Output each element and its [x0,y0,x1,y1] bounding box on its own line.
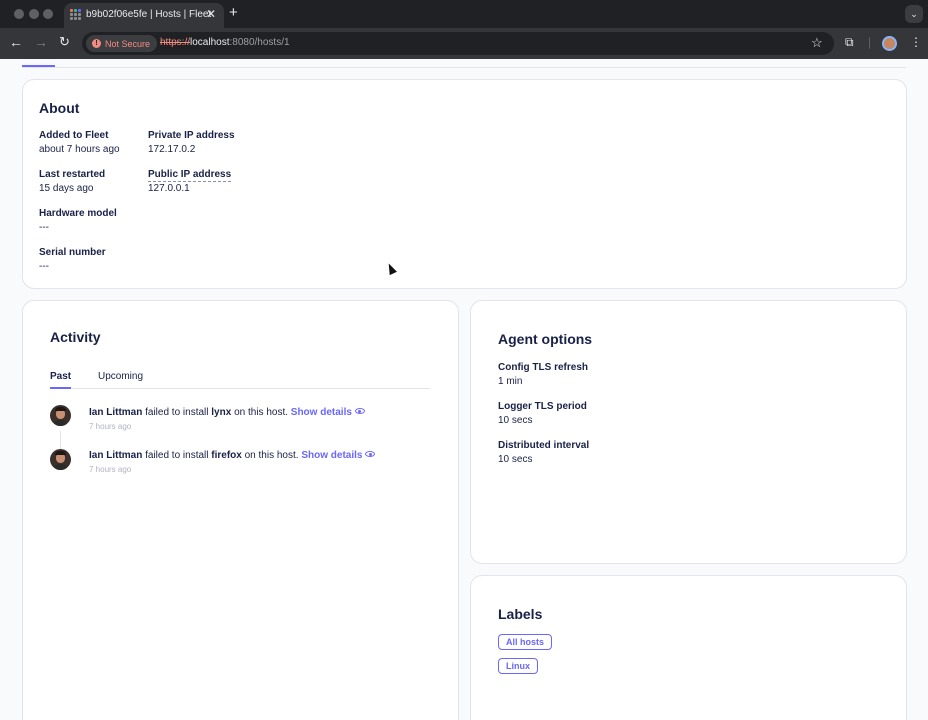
forward-arrow-icon[interactable]: → [34,34,48,50]
logger-tls-period-value: 10 secs [498,415,533,426]
window-close-button[interactable] [14,9,24,19]
browser-tab[interactable]: b9b02f06e5fe | Hosts | Fleet ✕ [64,3,224,28]
chevron-down-icon[interactable]: ⌄ [905,5,923,23]
private-ip-label: Private IP address [148,130,235,141]
activity-title: Activity [50,329,101,345]
activity-suffix: on this host. [234,407,288,418]
tab-title: b9b02f06e5fe | Hosts | Fleet [86,9,212,20]
activity-tab-active-underline [50,387,71,389]
last-restarted-value: 15 days ago [39,183,94,194]
activity-item-text: Ian Littman failed to install firefox on… [89,450,376,461]
eye-icon [354,408,365,414]
avatar [50,449,71,470]
activity-actor: Ian Littman [89,407,143,418]
agent-options-card: Agent options Config TLS refresh 1 min L… [470,300,907,564]
distributed-interval-label: Distributed interval [498,440,590,451]
activity-card: Activity Past Upcoming Ian Littman faile… [22,300,459,720]
security-chip[interactable]: ! Not Secure [86,35,158,52]
about-title: About [39,100,80,116]
tab-past[interactable]: Past [50,371,71,382]
activity-item-text: Ian Littman failed to install lynx on th… [89,407,365,418]
reload-icon[interactable]: ↻ [59,34,70,50]
bookmark-star-icon[interactable]: ☆ [811,35,823,51]
activity-software: firefox [211,450,242,461]
warning-icon: ! [92,39,101,48]
activity-time: 7 hours ago [89,465,132,474]
toolbar-separator: | [868,35,872,49]
security-label: Not Secure [105,38,151,49]
url-text[interactable]: https://localhost:8080/hosts/1 [160,37,290,48]
profile-avatar[interactable] [882,36,897,51]
config-tls-refresh-value: 1 min [498,376,523,387]
public-ip-value: 127.0.0.1 [148,183,190,194]
url-host: localhost [190,37,230,48]
browser-toolbar: ← → ↻ ! Not Secure https://localhost:808… [0,28,928,59]
url-scheme: https:// [160,37,191,48]
hardware-model-value: --- [39,222,49,233]
label-linux[interactable]: Linux [498,658,538,674]
labels-card: Labels All hosts Linux [470,575,907,720]
activity-time: 7 hours ago [89,422,132,431]
show-details-label: Show details [301,450,363,461]
added-to-fleet-value: about 7 hours ago [39,144,120,155]
tab-upcoming[interactable]: Upcoming [98,371,143,382]
url-path: :8080/hosts/1 [229,37,290,48]
last-restarted-label: Last restarted [39,169,106,180]
activity-actor: Ian Littman [89,450,143,461]
labels-title: Labels [498,606,543,622]
eye-icon [365,451,376,457]
activity-software: lynx [211,407,232,418]
activity-tabs-divider [50,388,430,389]
show-details-link[interactable]: Show details [301,450,376,461]
window-minimize-button[interactable] [29,9,39,19]
host-tabs-divider [22,67,906,68]
about-card: About Added to Fleet about 7 hours ago P… [22,79,907,289]
avatar [50,405,71,426]
added-to-fleet-label: Added to Fleet [39,130,109,141]
activity-action: failed to install [145,407,209,418]
hardware-model-label: Hardware model [39,208,117,219]
serial-number-value: --- [39,261,49,272]
address-bar[interactable]: ! Not Secure https://localhost:8080/host… [82,32,834,55]
activity-suffix: on this host. [244,450,299,461]
logger-tls-period-label: Logger TLS period [498,401,587,412]
activity-action: failed to install [145,450,209,461]
private-ip-value: 172.17.0.2 [148,144,196,155]
extensions-icon[interactable]: ⧉ [845,35,854,50]
config-tls-refresh-label: Config TLS refresh [498,362,589,373]
page-viewport: About Added to Fleet about 7 hours ago P… [0,59,928,720]
host-tab-active-underline [22,65,55,67]
show-details-label: Show details [290,407,352,418]
fleet-favicon-icon [70,9,81,20]
window-zoom-button[interactable] [43,9,53,19]
show-details-link[interactable]: Show details [291,407,365,418]
public-ip-label[interactable]: Public IP address [148,169,232,182]
browser-tab-bar: b9b02f06e5fe | Hosts | Fleet ✕ + ⌄ [0,0,928,28]
close-icon[interactable]: ✕ [206,7,216,21]
more-menu-icon[interactable]: ⋮ [910,35,922,49]
agent-options-title: Agent options [498,331,593,347]
serial-number-label: Serial number [39,247,106,258]
back-arrow-icon[interactable]: ← [9,34,23,50]
new-tab-icon[interactable]: + [229,4,238,21]
distributed-interval-value: 10 secs [498,454,533,465]
label-all-hosts[interactable]: All hosts [498,634,553,650]
